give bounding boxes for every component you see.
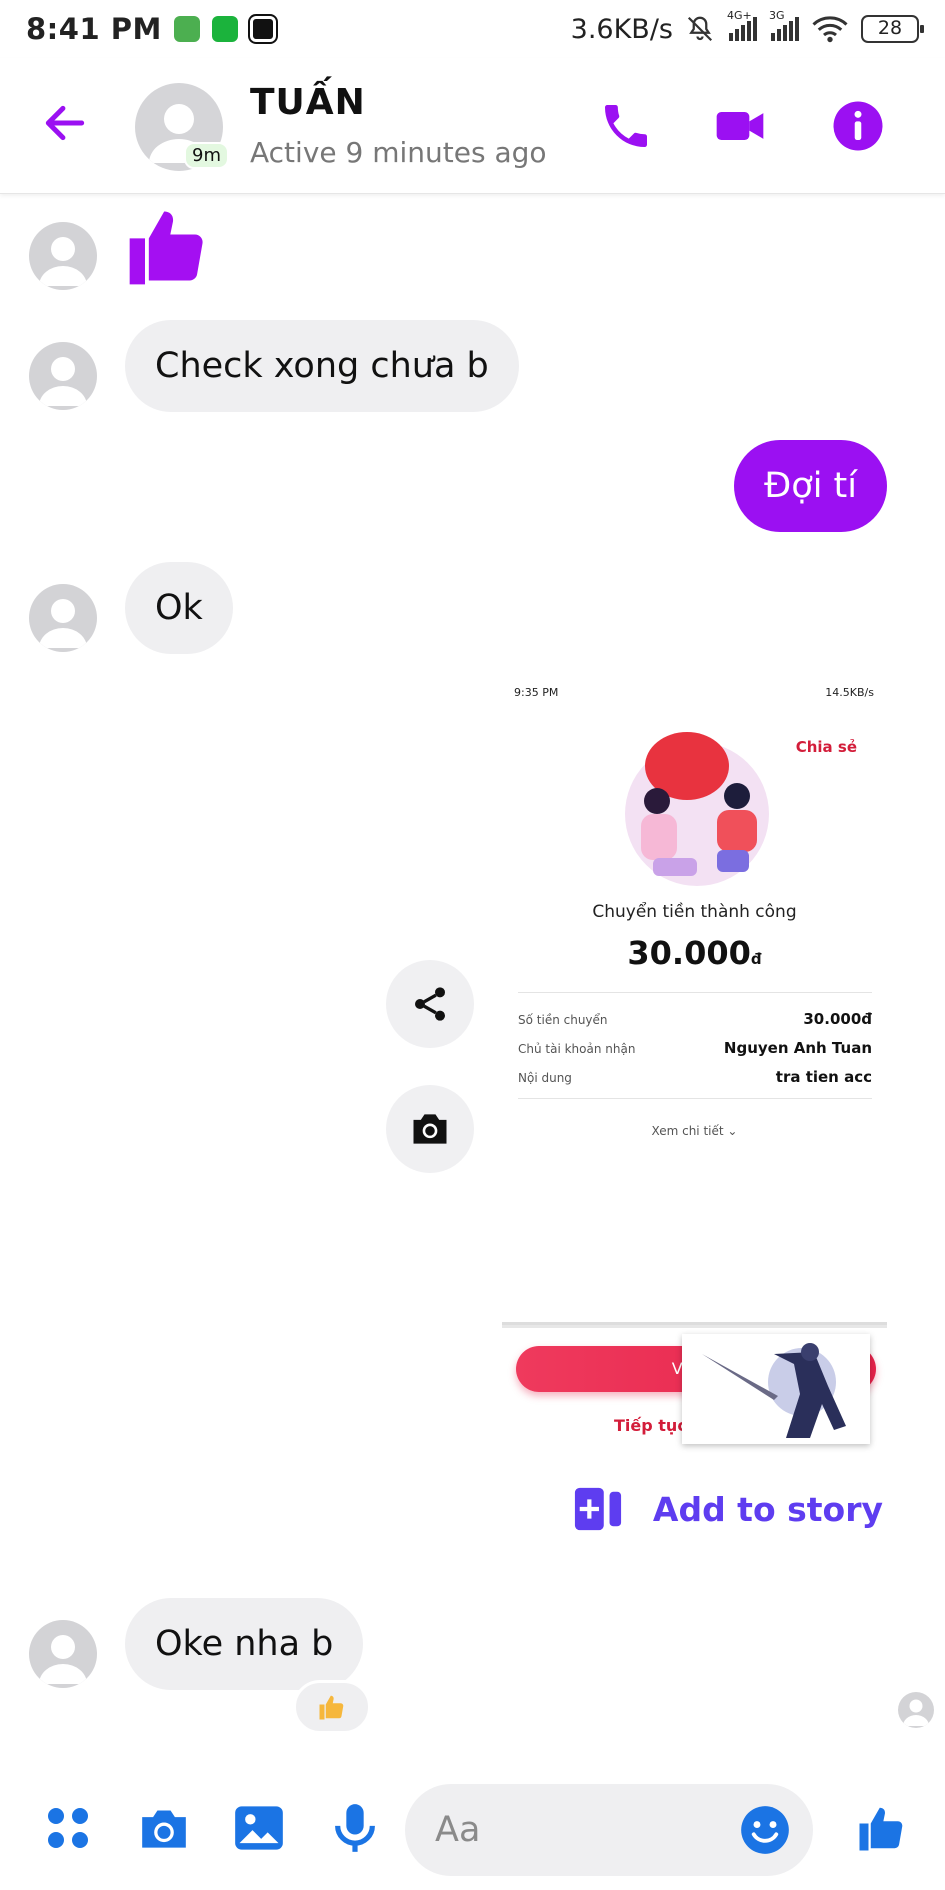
sender-avatar[interactable] (29, 342, 97, 410)
voice-message-button[interactable] (325, 1798, 385, 1858)
shot-detail-row: Nội dung tra tien acc (518, 1068, 872, 1086)
emoji-icon[interactable] (739, 1804, 791, 1856)
shot-detail-row: Số tiền chuyển 30.000đ (518, 1010, 872, 1028)
app-notification-icon (173, 16, 200, 42)
app-notification-icon (249, 16, 276, 42)
shared-image-message[interactable]: 9:35 PM 14.5KB/s Chia sẻ Chuyển tiền thà… (502, 676, 887, 1356)
grid-dots-icon (48, 1808, 88, 1848)
shared-image-bottom[interactable]: Về tra Tiếp tục (502, 1325, 887, 1455)
transfer-success-illustration (625, 732, 769, 886)
camera-button[interactable] (134, 1798, 194, 1858)
thumbs-up-sticker-icon[interactable] (122, 200, 214, 292)
send-like-button[interactable] (852, 1798, 912, 1858)
app-notification-icon (211, 16, 238, 42)
sender-avatar[interactable] (29, 1620, 97, 1688)
more-actions-button[interactable] (38, 1798, 98, 1858)
shot-more-details: Xem chi tiết ⌄ (651, 1124, 738, 1138)
gallery-button[interactable] (229, 1798, 289, 1858)
default-avatar-icon (39, 1635, 87, 1684)
thumbs-up-icon (859, 1807, 903, 1851)
seen-receipt-avatar (898, 1692, 934, 1728)
sender-avatar[interactable] (29, 584, 97, 652)
shot-status-bar: 9:35 PM 14.5KB/s (514, 686, 874, 699)
microphone-icon (335, 1804, 375, 1852)
shot-status-time: 9:35 PM (514, 686, 559, 699)
default-avatar-icon (39, 357, 87, 406)
add-to-story-label: Add to story (652, 1489, 883, 1529)
status-right: 3.6KB/s 4G+ 3G 28 (570, 9, 924, 45)
wifi-icon (812, 16, 848, 43)
message-composer (0, 1770, 945, 1890)
add-to-story-button[interactable]: Add to story (573, 1485, 883, 1533)
shot-caption: Chuyển tiền thành công (592, 902, 797, 922)
message-input-field[interactable] (405, 1784, 813, 1876)
image-icon (235, 1806, 283, 1850)
video-call-icon[interactable] (712, 98, 768, 154)
shot-status-net: 14.5KB/s (825, 686, 874, 699)
game-character-thumbnail (682, 1334, 870, 1444)
contact-name[interactable]: TUẤN (250, 82, 366, 123)
shot-detail-row: Chủ tài khoản nhận Nguyen Anh Tuan (518, 1039, 872, 1057)
message-reaction[interactable] (293, 1680, 371, 1734)
divider (518, 1098, 872, 1099)
add-story-icon (574, 1487, 621, 1531)
contact-status: Active 9 minutes ago (250, 136, 547, 169)
share-icon (415, 987, 445, 1021)
status-bar: 8:41 PM 3.6KB/s 4G+ 3G 28 (0, 0, 945, 58)
net-speed: 3.6KB/s (570, 13, 673, 45)
default-avatar-icon (39, 599, 87, 648)
thumbs-up-emoji-icon (319, 1695, 344, 1720)
back-arrow-icon[interactable] (40, 98, 90, 148)
info-icon[interactable] (830, 98, 886, 154)
default-avatar-icon (39, 237, 87, 286)
message-bubble-incoming[interactable]: Ok (125, 562, 233, 654)
sender-avatar[interactable] (29, 222, 97, 290)
signal-icon: 3G (769, 9, 799, 41)
divider (518, 992, 872, 993)
default-avatar-icon (903, 1699, 929, 1726)
message-bubble-outgoing[interactable]: Đợi tí (734, 440, 887, 532)
shot-amount: 30.000đ (627, 934, 762, 972)
conversation-header: 9m TUẤN Active 9 minutes ago (0, 58, 945, 194)
shot-continue-link: Tiếp tục (614, 1416, 687, 1435)
save-photo-button[interactable] (386, 1085, 474, 1173)
camera-icon (142, 1810, 186, 1848)
mute-icon (687, 16, 713, 42)
message-bubble-incoming[interactable]: Oke nha b (125, 1598, 364, 1690)
phone-call-icon[interactable] (598, 98, 654, 154)
battery-indicator: 28 (861, 15, 924, 43)
status-time: 8:41 PM (26, 12, 162, 46)
active-badge: 9m (184, 142, 229, 169)
message-bubble-incoming[interactable]: Check xong chưa b (125, 320, 519, 412)
camera-icon (413, 1114, 447, 1144)
shot-share-label: Chia sẻ (795, 738, 857, 756)
message-input[interactable] (435, 1806, 735, 1854)
signal-icon: 4G+ (727, 9, 757, 41)
share-button[interactable] (386, 960, 474, 1048)
